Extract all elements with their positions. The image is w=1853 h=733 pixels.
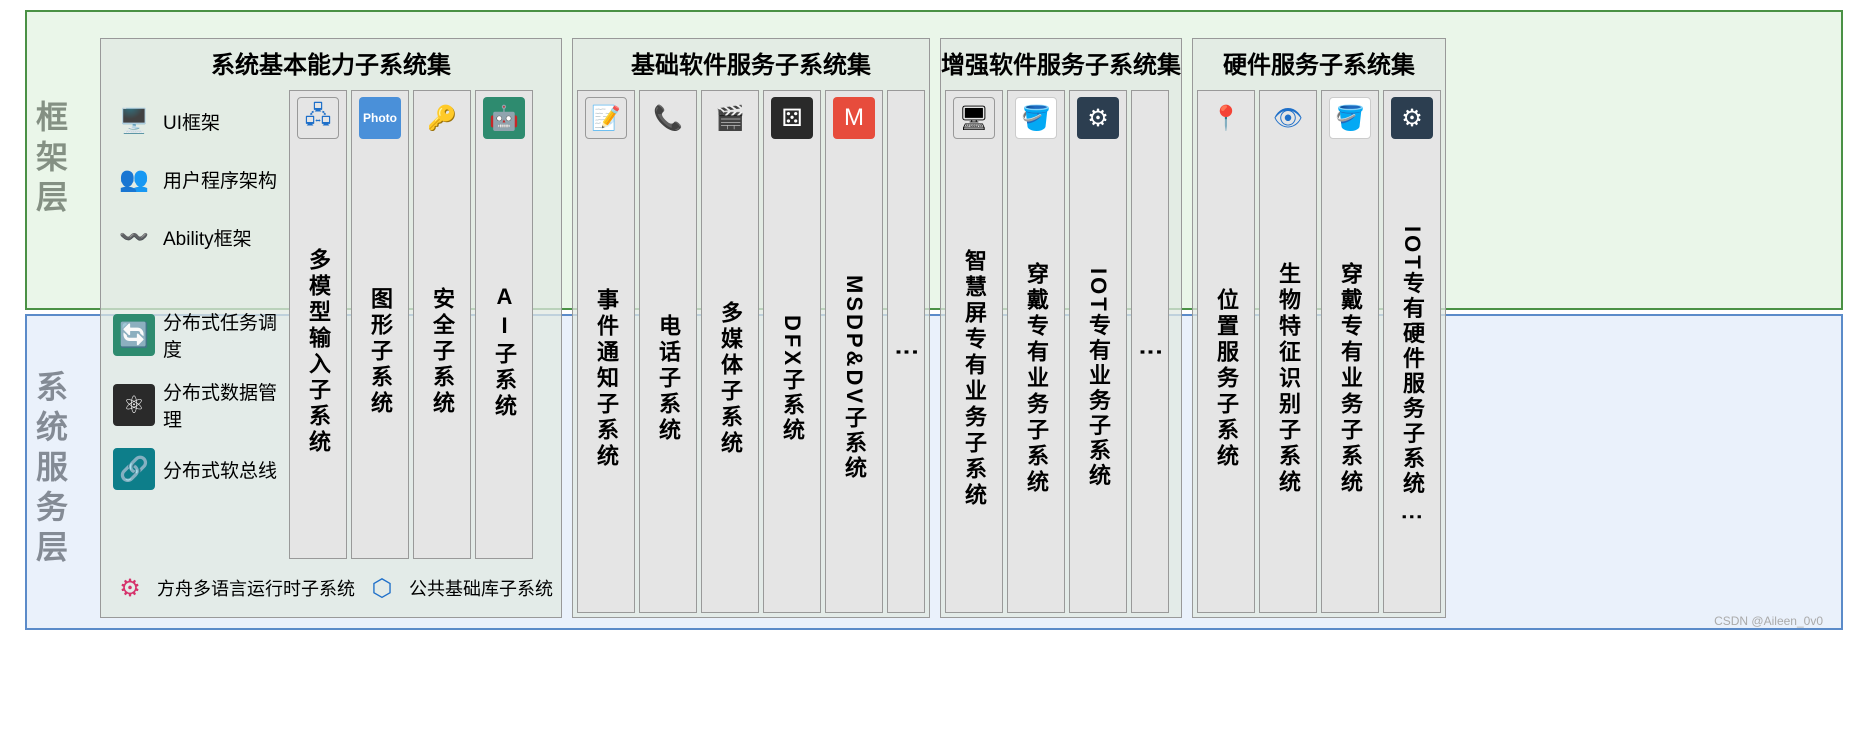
hex-icon: ⬡ — [361, 567, 403, 609]
subsystem-icon: 🪣 — [1015, 97, 1057, 139]
subsystem-column: ⚙ IOT专有业务子系统 — [1069, 90, 1127, 613]
ellipsis-column: ⋮ — [1131, 90, 1169, 613]
subsystem-column: 📝 事件通知子系统 — [577, 90, 635, 613]
subsystem-icon: 📝 — [585, 97, 627, 139]
subsystem-label: 生物特征识别子系统 — [1272, 151, 1304, 606]
left-stack: 🖥️UI框架 👥用户程序架构 〰️Ability框架 🔄分布式任务调度 ⚛分布式… — [105, 90, 285, 559]
subsystem-column: 📍 位置服务子系统 — [1197, 90, 1255, 613]
subsystem-icon: ⚙ — [1391, 97, 1433, 139]
watermark: CSDN @Aileen_0v0 — [1714, 614, 1823, 628]
subsystem-label: 穿戴专有业务子系统 — [1020, 151, 1052, 606]
subsystem-label: IOT专有硬件服务子系统 ⋮ — [1396, 151, 1428, 606]
bottom-row: ⚙方舟多语言运行时子系统 ⬡公共基础库子系统 — [105, 563, 557, 613]
subsystem-label: 安全子系统 — [426, 151, 458, 552]
side-labels: 框架层 系统服务层 — [10, 10, 90, 630]
subsystem-column: 🖧 多模型输入子系统 — [289, 90, 347, 559]
subsystem-column: 🤖 AI子系统 — [475, 90, 533, 559]
subsystem-icon: Photo — [359, 97, 401, 139]
ability-icon: 〰️ — [113, 216, 155, 258]
framework-layer-label: 框架层 — [10, 10, 90, 310]
subsystem-column: 👁 生物特征识别子系统 — [1259, 90, 1317, 613]
subsystem-icon: M — [833, 97, 875, 139]
group-title: 基础软件服务子系统集 — [573, 39, 929, 86]
ability-framework-item: 〰️ Ability框架 — [109, 210, 281, 264]
label: 分布式软总线 — [163, 456, 277, 483]
subsystem-label: 电话子系统 — [652, 151, 684, 606]
subsystem-column: 🪣 穿戴专有业务子系统 — [1321, 90, 1379, 613]
subsystem-column: 🎬 多媒体子系统 — [701, 90, 759, 613]
subsystem-icon: 🤖 — [483, 97, 525, 139]
subsystem-icon: ⚙ — [1077, 97, 1119, 139]
subsystem-label: DFX子系统 — [776, 151, 808, 606]
group-hardware-service: 硬件服务子系统集 📍 位置服务子系统 👁 生物特征识别子系统 🪣 穿戴专有业务子系统 ⚙ IO… — [1192, 38, 1446, 618]
subsystem-column: M MSDP&DV子系统 — [825, 90, 883, 613]
dist-softbus-item: 🔗 分布式软总线 — [109, 442, 281, 496]
subsystem-icon: 👁 — [1267, 97, 1309, 139]
subsystem-label: 位置服务子系统 — [1210, 151, 1242, 606]
subsystem-label: AI子系统 — [488, 151, 520, 552]
subsystem-label: 多媒体子系统 — [714, 151, 746, 606]
label: UI框架 — [163, 108, 220, 135]
sync-icon: 🔄 — [113, 314, 155, 356]
subsystem-label: MSDP&DV子系统 — [838, 151, 870, 606]
architecture-diagram: 框架层 系统服务层 系统基本能力子系统集 🖥️ UI框架 👥 用户程序架构 〰️ Ab… — [10, 10, 1843, 630]
subsystem-column: ⚙ IOT专有硬件服务子系统 ⋮ — [1383, 90, 1441, 613]
data-icon: ⚛ — [113, 384, 155, 426]
subsystem-icon: ⚄ — [771, 97, 813, 139]
gear-icon: ⚙ — [109, 567, 151, 609]
subsystem-icon: 🎬 — [709, 97, 751, 139]
subsystem-column: 📞 电话子系统 — [639, 90, 697, 613]
subsystem-label: 图形子系统 — [364, 151, 396, 552]
dist-data-item: ⚛分布式数据管理 — [109, 372, 281, 438]
subsystem-icon: 🔑 — [421, 97, 463, 139]
subsystem-label: 智慧屏专有业务子系统 — [958, 151, 990, 606]
content: 系统基本能力子系统集 🖥️UI框架 👥用户程序架构 〰️Ability框架 🔄分… — [90, 10, 1843, 630]
group-basic-capability: 系统基本能力子系统集 🖥️UI框架 👥用户程序架构 〰️Ability框架 🔄分… — [100, 38, 562, 618]
subsystem-column: ⚄ DFX子系统 — [763, 90, 821, 613]
label: 方舟多语言运行时子系统 — [157, 575, 355, 601]
label: 分布式任务调度 — [163, 308, 277, 362]
subsystem-icon: 🖧 — [297, 97, 339, 139]
subsystem-label: 穿戴专有业务子系统 — [1334, 151, 1366, 606]
ui-framework-item: 🖥️ UI框架 — [109, 94, 281, 148]
subsystem-column: Photo 图形子系统 — [351, 90, 409, 559]
user-app-arch-item: 👥 用户程序架构 — [109, 152, 281, 206]
users-icon: 👥 — [113, 158, 155, 200]
ark-runtime-item: ⚙方舟多语言运行时子系统 — [109, 567, 355, 609]
ui-framework-icon: 🖥️ — [113, 100, 155, 142]
label: 分布式数据管理 — [163, 378, 277, 432]
subsystem-column: 🖥 智慧屏专有业务子系统 — [945, 90, 1003, 613]
group-basic-software: 基础软件服务子系统集 📝 事件通知子系统 📞 电话子系统 🎬 多媒体子系统 ⚄ DFX子系统 M… — [572, 38, 930, 618]
group-title: 硬件服务子系统集 — [1193, 39, 1445, 86]
label: Ability框架 — [163, 224, 252, 251]
subsystem-label: 事件通知子系统 — [590, 151, 622, 606]
label: 用户程序架构 — [163, 166, 277, 193]
subsystem-label: 多模型输入子系统 — [302, 151, 334, 552]
dist-scheduler-item: 🔄分布式任务调度 — [109, 302, 281, 368]
system-service-layer-label: 系统服务层 — [10, 310, 90, 630]
bus-icon: 🔗 — [113, 448, 155, 490]
group-title: 系统基本能力子系统集 — [101, 39, 561, 86]
ellipsis-column: ⋮ — [887, 90, 925, 613]
subsystem-icon: 🪣 — [1329, 97, 1371, 139]
subsystem-icon: 📍 — [1205, 97, 1247, 139]
subsystem-column: 🔑 安全子系统 — [413, 90, 471, 559]
subsystem-icon: 📞 — [647, 97, 689, 139]
subsystem-icon: 🖥 — [953, 97, 995, 139]
subsystem-label: IOT专有业务子系统 — [1082, 151, 1114, 606]
common-lib-item: ⬡公共基础库子系统 — [361, 567, 553, 609]
label: 公共基础库子系统 — [409, 575, 553, 601]
group-enhanced-software: 增强软件服务子系统集 🖥 智慧屏专有业务子系统 🪣 穿戴专有业务子系统 ⚙ IOT专有业务… — [940, 38, 1182, 618]
group-title: 增强软件服务子系统集 — [941, 39, 1181, 86]
subsystem-column: 🪣 穿戴专有业务子系统 — [1007, 90, 1065, 613]
